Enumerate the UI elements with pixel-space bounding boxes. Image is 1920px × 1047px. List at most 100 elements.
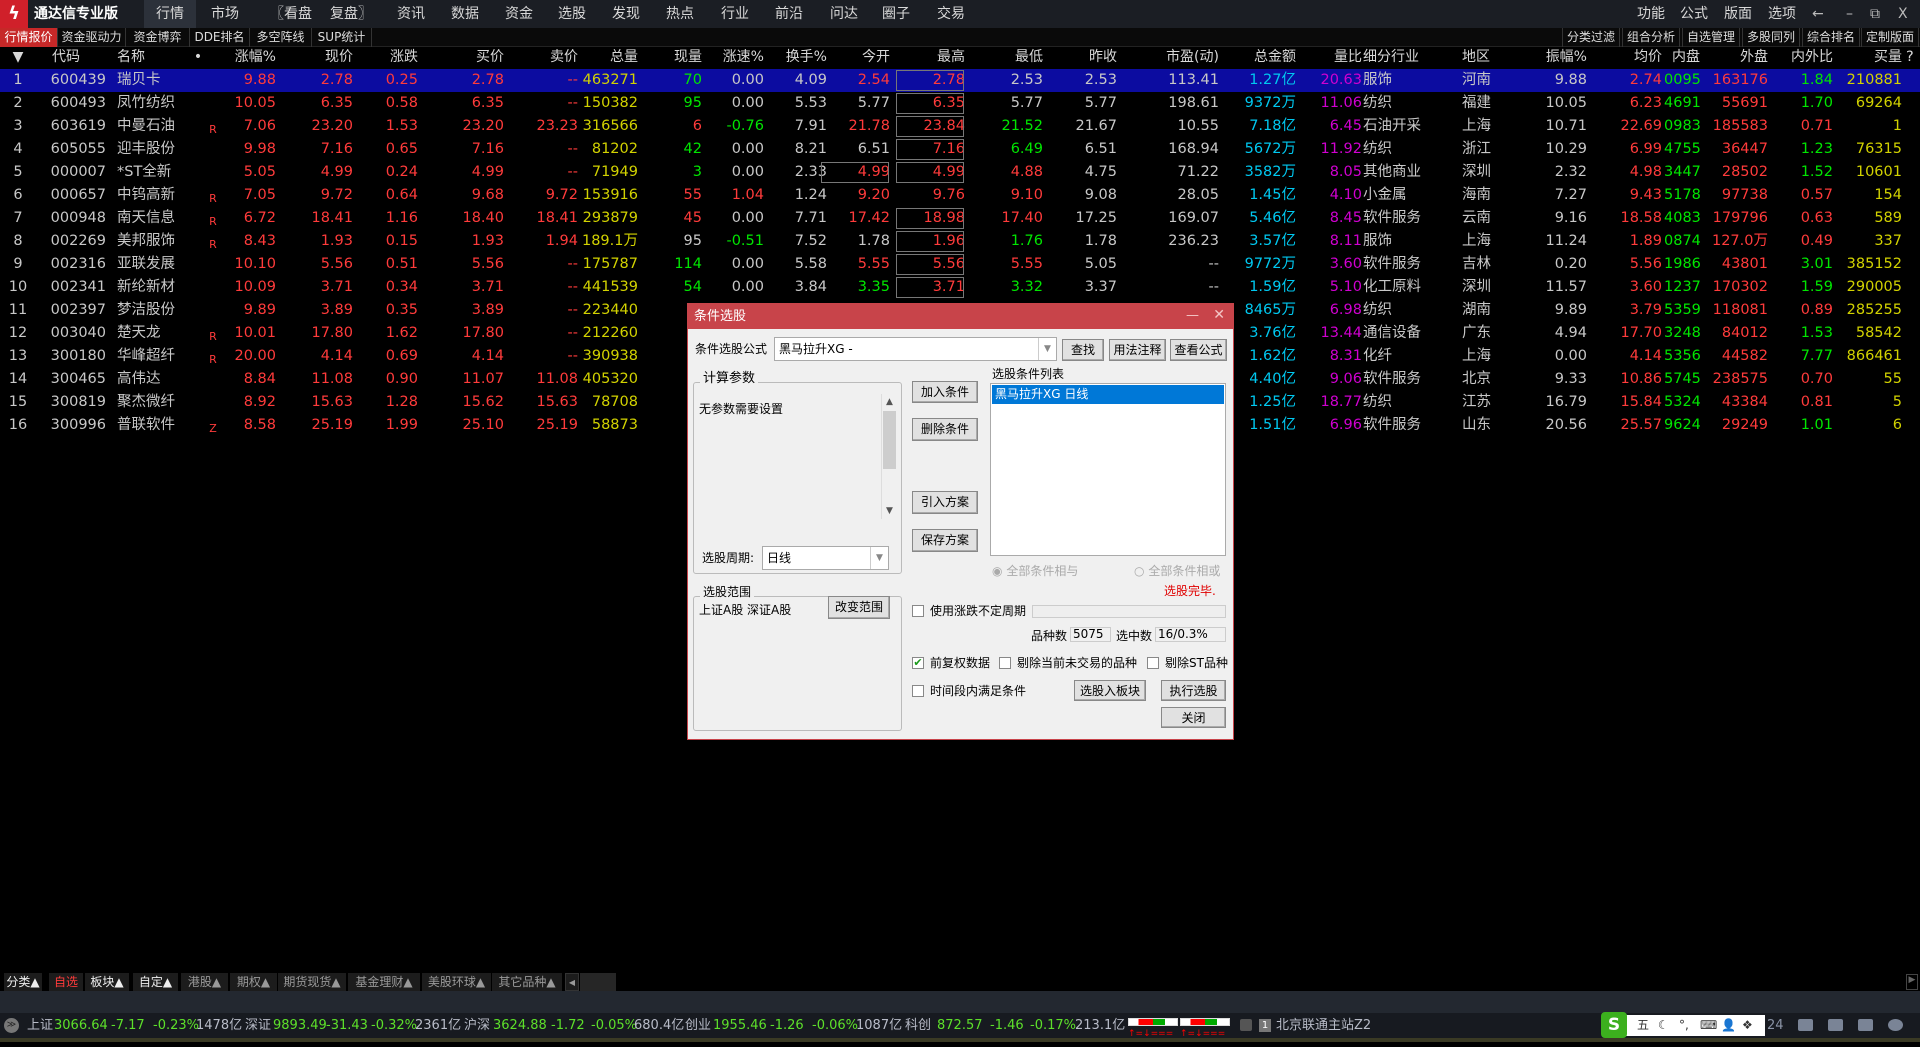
col-header-26[interactable]: 内外比: [1763, 47, 1833, 68]
index-name[interactable]: 深证: [245, 1013, 271, 1038]
to-block-button[interactable]: 选股入板块: [1074, 680, 1146, 701]
tab-1[interactable]: 资金驱动力: [58, 28, 126, 47]
tab-right-2[interactable]: 自选管理: [1682, 28, 1740, 47]
tab-right-0[interactable]: 分类过滤: [1562, 28, 1620, 47]
scroll-right-icon[interactable]: ▶: [1906, 974, 1918, 990]
execute-button[interactable]: 执行选股: [1161, 680, 1226, 701]
menu-right-1[interactable]: 公式: [1680, 0, 1708, 28]
col-header-14[interactable]: 最高: [895, 47, 965, 68]
col-header-9[interactable]: 总量: [568, 47, 638, 68]
col-header-19[interactable]: 量比: [1302, 47, 1362, 68]
params-scrollbar[interactable]: ▲ ▼: [881, 394, 896, 519]
bottom-tab-2[interactable]: 板块▲: [85, 973, 129, 991]
tab-scrollbar[interactable]: [580, 973, 616, 991]
menu-5[interactable]: 数据: [451, 0, 479, 28]
period-select[interactable]: 日线 ▼: [762, 546, 889, 570]
back-icon[interactable]: ←: [1812, 0, 1824, 28]
save-plan-button[interactable]: 保存方案: [912, 529, 978, 552]
menu-13[interactable]: 圈子: [882, 0, 910, 28]
usage-button[interactable]: 用法注释: [1109, 339, 1166, 361]
col-header-16[interactable]: 昨收: [1047, 47, 1117, 68]
expand-icon[interactable]: ≫: [4, 1018, 19, 1033]
tab-scroll-left-icon[interactable]: ◀: [565, 973, 579, 991]
menu-12[interactable]: 问达: [830, 0, 858, 28]
table-row[interactable]: 1 600439 瑞贝卡 9.88 2.78 0.25 2.78 -- 463271 70 0.00…: [0, 69, 1920, 92]
ime-user-icon[interactable]: 👤: [1721, 1015, 1736, 1036]
exclude-st-checkbox[interactable]: [1147, 657, 1159, 669]
index-name[interactable]: 沪深: [464, 1013, 490, 1038]
bottom-tab-9[interactable]: 其它品种▲: [492, 973, 562, 991]
col-header-17[interactable]: 市盈(动): [1139, 47, 1219, 68]
bottom-tab-1[interactable]: 自选: [49, 973, 83, 991]
col-header-27[interactable]: 买量: [1832, 47, 1902, 68]
bottom-tab-4[interactable]: 港股▲: [181, 973, 228, 991]
menu-6[interactable]: 资金: [505, 0, 533, 28]
menu-1[interactable]: 市场: [211, 0, 239, 28]
use-period-checkbox[interactable]: [912, 605, 924, 617]
ime-wubi-icon[interactable]: 五: [1637, 1015, 1649, 1036]
col-header-3[interactable]: •: [190, 47, 206, 68]
menu-0[interactable]: 行情: [144, 0, 196, 28]
table-row[interactable]: 5 000007 *ST全新 5.05 4.99 0.24 4.99 -- 71949 3 0.00…: [0, 161, 1920, 184]
import-plan-button[interactable]: 引入方案: [912, 491, 978, 514]
menu-right-0[interactable]: 功能: [1637, 0, 1665, 28]
table-row[interactable]: 3 603619 中曼石油 R 7.06 23.20 1.53 23.20 23.23 31656…: [0, 115, 1920, 138]
menu-8[interactable]: 发现: [612, 0, 640, 28]
table-row[interactable]: 6 000657 中钨高新 R 7.05 9.72 0.64 9.68 9.72 153916 55…: [0, 184, 1920, 207]
close-icon[interactable]: ✕: [1213, 307, 1225, 323]
menu-14[interactable]: 交易: [937, 0, 965, 28]
power-icon[interactable]: [1888, 1019, 1903, 1031]
col-header-21[interactable]: 地区: [1462, 47, 1522, 68]
bottom-tab-8[interactable]: 美股环球▲: [422, 973, 491, 991]
col-header-18[interactable]: 总金额: [1226, 47, 1296, 68]
col-header-5[interactable]: 现价: [283, 47, 353, 68]
fq-checkbox[interactable]: ✔: [912, 657, 924, 669]
condition-list-item[interactable]: 黑马拉升XG 日线: [992, 385, 1224, 404]
find-button[interactable]: 查找: [1062, 339, 1104, 361]
view-formula-button[interactable]: 查看公式: [1170, 339, 1227, 361]
condition-list[interactable]: 黑马拉升XG 日线: [990, 383, 1226, 556]
table-row[interactable]: 4 605055 迎丰股份 9.98 7.16 0.65 7.16 -- 81202 42 0.00…: [0, 138, 1920, 161]
tab-right-1[interactable]: 组合分析: [1622, 28, 1680, 47]
bottom-tab-5[interactable]: 期权▲: [230, 973, 277, 991]
table-row[interactable]: 8 002269 美邦服饰 R 8.43 1.93 0.15 1.93 1.94 189.1万 95…: [0, 230, 1920, 253]
col-header-13[interactable]: 今开: [820, 47, 890, 68]
menu-3[interactable]: 复盘〗: [330, 0, 372, 28]
exclude-untraded-checkbox[interactable]: [999, 657, 1011, 669]
col-header-15[interactable]: 最低: [973, 47, 1043, 68]
bottom-tab-6[interactable]: 期货现货▲: [278, 973, 346, 991]
satellite-icon[interactable]: [1858, 1019, 1873, 1031]
tab-right-5[interactable]: 定制版面: [1861, 28, 1919, 47]
col-header-1[interactable]: 代码: [52, 47, 112, 68]
menu-11[interactable]: 前沿: [775, 0, 803, 28]
col-header-11[interactable]: 涨速%: [709, 47, 764, 68]
ime-punct-icon[interactable]: °,: [1679, 1015, 1689, 1036]
col-header-20[interactable]: 细分行业: [1363, 47, 1453, 68]
bottom-tab-0[interactable]: 分类▲: [4, 973, 42, 991]
tab-0[interactable]: 行情报价: [0, 28, 58, 47]
help-icon[interactable]: ?: [1906, 47, 1918, 68]
bottom-tab-7[interactable]: 基金理财▲: [348, 973, 420, 991]
index-name[interactable]: 科创: [905, 1013, 931, 1038]
ime-toolbar[interactable]: S 五 ☾ °, ⌨ 👤 ❖: [1601, 1012, 1765, 1038]
close-icon[interactable]: X: [1898, 0, 1908, 28]
col-header-7[interactable]: 买价: [434, 47, 504, 68]
add-condition-button[interactable]: 加入条件: [912, 381, 978, 403]
tab-3[interactable]: DDE排名: [190, 28, 250, 47]
menu-2[interactable]: 〖看盘: [270, 0, 312, 28]
menu-right-2[interactable]: 版面: [1724, 0, 1752, 28]
keyboard-icon[interactable]: [1798, 1019, 1813, 1031]
close-button[interactable]: 关闭: [1161, 707, 1226, 728]
monitor-icon[interactable]: [1828, 1019, 1843, 1031]
col-header-0[interactable]: ▼: [0, 47, 36, 68]
radio-all-or[interactable]: ○ 全部条件相或: [1134, 563, 1220, 579]
tab-2[interactable]: 资金博弈: [126, 28, 190, 47]
table-row[interactable]: 10 002341 新纶新材 10.09 3.71 0.34 3.71 -- 441539 54 0…: [0, 276, 1920, 299]
tab-4[interactable]: 多空阵线: [250, 28, 312, 47]
table-row[interactable]: 7 000948 南天信息 R 6.72 18.41 1.16 18.40 18.41 29387…: [0, 207, 1920, 230]
minimize-icon[interactable]: —: [1186, 308, 1199, 324]
ime-apps-icon[interactable]: ❖: [1742, 1015, 1753, 1036]
index-name[interactable]: 上证: [27, 1013, 53, 1038]
table-row[interactable]: 2 600493 凤竹纺织 10.05 6.35 0.58 6.35 -- 150382 95 0.…: [0, 92, 1920, 115]
col-header-23[interactable]: 均价: [1592, 47, 1662, 68]
